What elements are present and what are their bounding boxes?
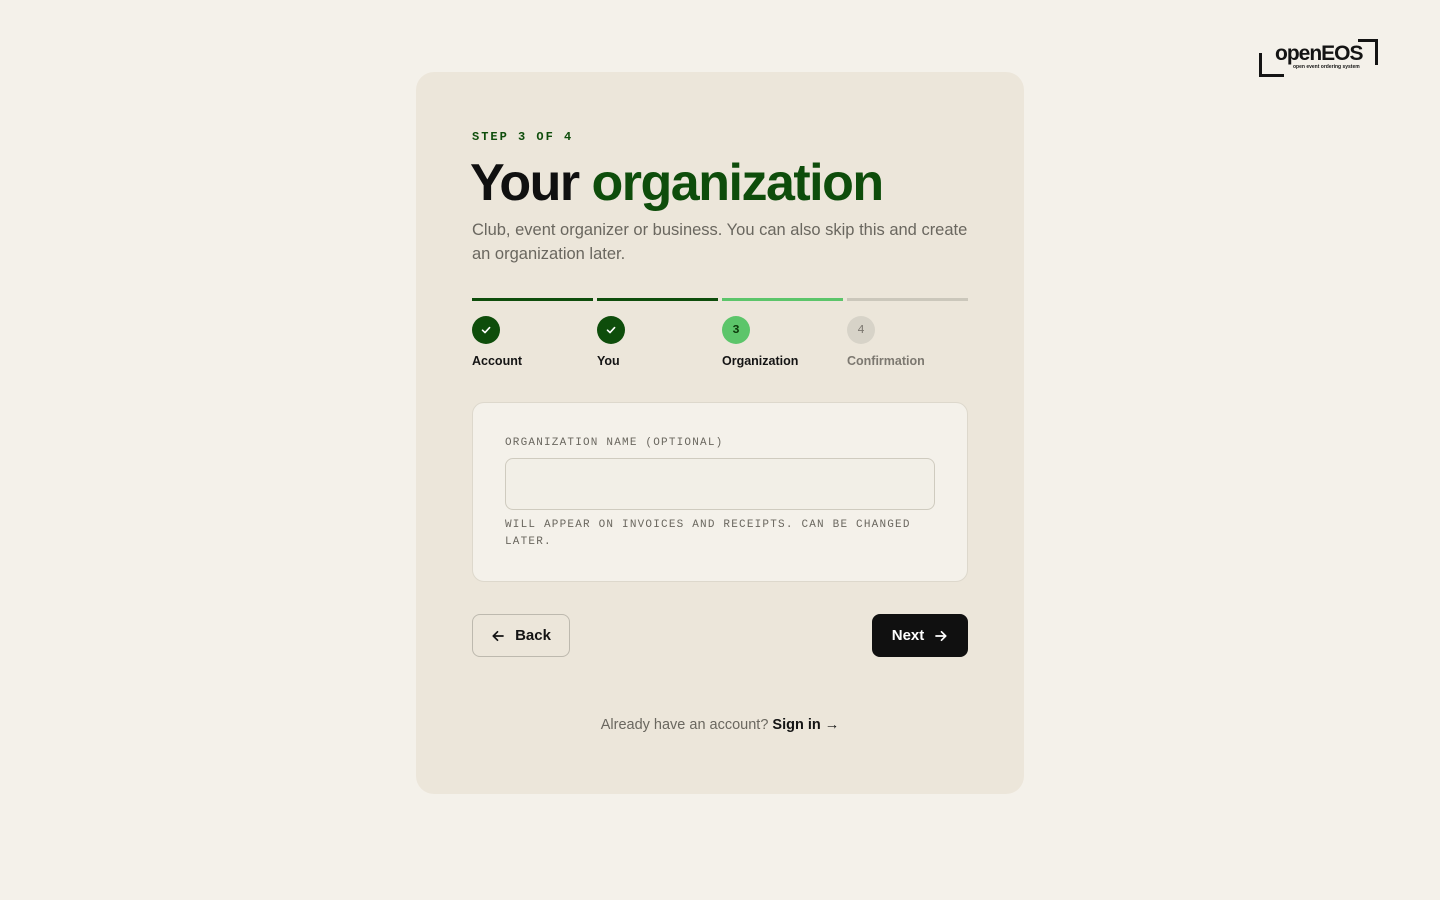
step-label: Account [472, 354, 522, 368]
step-label: Organization [722, 354, 799, 368]
check-icon [481, 326, 491, 334]
organization-name-label: ORGANIZATION NAME (OPTIONAL) [505, 437, 724, 449]
next-button-label: Next [891, 627, 925, 644]
wizard-card: STEP 3 OF 4 Your organization Club, even… [416, 72, 1024, 794]
signup-page: openEOS open event ordering system STEP … [0, 0, 1440, 900]
step-indicator: STEP 3 OF 4 [472, 130, 574, 144]
organization-name-input[interactable] [505, 458, 935, 510]
back-button-label: Back [515, 627, 551, 644]
progress-stepper: Account You 3 Organization 4 Confirmatio… [472, 298, 968, 378]
step-label: Confirmation [847, 354, 925, 368]
step-account: Account [472, 298, 593, 378]
logo-tagline: open event ordering system [1293, 64, 1360, 70]
step-label: You [597, 354, 620, 368]
step-number: 3 [722, 316, 750, 344]
brand-logo[interactable]: openEOS open event ordering system [1259, 39, 1379, 79]
page-subtitle: Club, event organizer or business. You c… [472, 221, 968, 263]
step-progress-bar [472, 298, 593, 301]
back-button[interactable]: Back [472, 614, 570, 657]
page-title: Your organization [470, 154, 885, 214]
step-you: You [597, 298, 718, 378]
step-account-check [472, 316, 500, 344]
organization-form: ORGANIZATION NAME (OPTIONAL) WILL APPEAR… [472, 402, 968, 582]
arrow-left-icon [492, 630, 504, 641]
step-progress-bar [847, 298, 968, 301]
step-progress-bar [597, 298, 718, 301]
signin-question: Already have an account? [600, 717, 769, 733]
check-icon [606, 326, 616, 334]
signin-prompt: Already have an account? Sign in → [416, 717, 1024, 733]
step-number: 4 [847, 316, 875, 344]
signin-link[interactable]: Sign in [772, 717, 820, 733]
organization-name-help: WILL APPEAR ON INVOICES AND RECEIPTS. CA… [505, 519, 911, 548]
step-progress-bar [722, 298, 843, 301]
signin-arrow-icon[interactable]: → [825, 717, 840, 733]
title-part-organization: organization [591, 154, 885, 212]
title-part-your: Your [470, 154, 580, 212]
next-button[interactable]: Next [872, 614, 968, 657]
step-confirmation: 4 Confirmation [847, 298, 968, 378]
step-you-check [597, 316, 625, 344]
step-organization: 3 Organization [722, 298, 843, 378]
arrow-right-icon [935, 630, 947, 641]
logo-wordmark: openEOS [1275, 42, 1364, 65]
